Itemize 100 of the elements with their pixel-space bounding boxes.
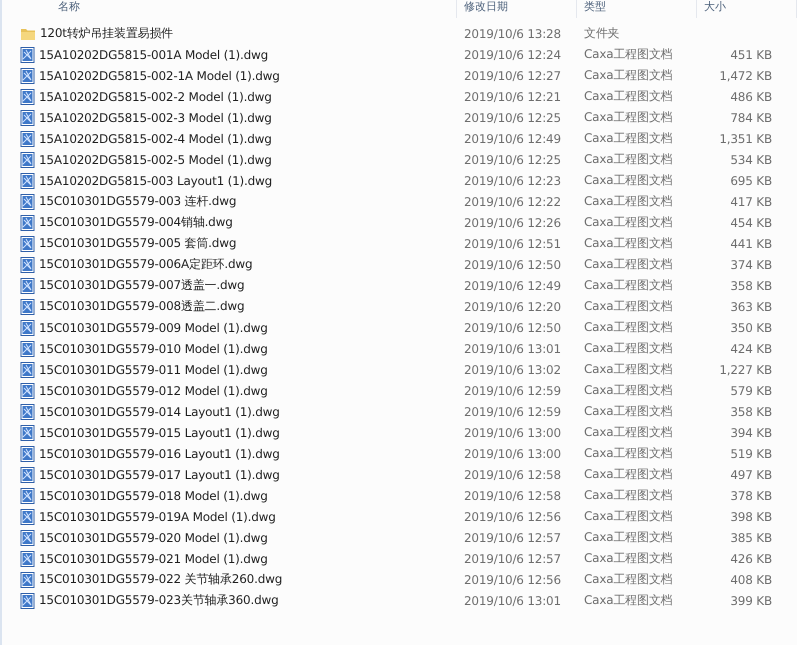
drawing-file-icon	[20, 298, 35, 314]
file-name[interactable]: 15A10202DG5815-002-4 Model (1).dwg	[39, 132, 272, 146]
modified-date: 2019/10/6 12:22	[463, 194, 561, 208]
modified-date: 2019/10/6 12:50	[463, 258, 561, 272]
file-type: Caxa工程图文档	[583, 172, 672, 189]
file-type: Caxa工程图文档	[583, 193, 672, 210]
file-size: 1,472 KB	[719, 68, 772, 82]
drawing-file-icon	[20, 572, 35, 588]
file-type: Caxa工程图文档	[583, 277, 672, 294]
file-name[interactable]: 15C010301DG5579-017 Layout1 (1).dwg	[39, 468, 280, 482]
modified-date: 2019/10/6 12:21	[463, 90, 561, 104]
file-type: Caxa工程图文档	[583, 319, 672, 336]
file-size: 358 KB	[730, 404, 772, 418]
file-type: Caxa工程图文档	[583, 571, 672, 588]
modified-date: 2019/10/6 12:23	[463, 174, 561, 188]
file-name[interactable]: 15C010301DG5579-005 套筒.dwg	[39, 235, 236, 252]
file-size: 519 KB	[730, 446, 772, 460]
drawing-file-icon	[20, 320, 35, 336]
file-name[interactable]: 15A10202DG5815-002-5 Model (1).dwg	[39, 152, 272, 166]
file-name[interactable]: 15C010301DG5579-016 Layout1 (1).dwg	[39, 446, 280, 460]
file-name[interactable]: 15C010301DG5579-023关节轴承360.dwg	[39, 592, 279, 609]
file-type: Caxa工程图文档	[583, 403, 672, 420]
drawing-file-icon	[20, 214, 35, 230]
file-type: Caxa工程图文档	[583, 550, 672, 567]
file-size: 399 KB	[730, 594, 772, 608]
file-name[interactable]: 15C010301DG5579-022 关节轴承260.dwg	[39, 571, 282, 588]
file-name[interactable]: 15C010301DG5579-011 Model (1).dwg	[39, 362, 268, 376]
modified-date: 2019/10/6 12:50	[463, 320, 561, 334]
drawing-file-icon	[20, 466, 35, 482]
file-size: 579 KB	[730, 384, 772, 398]
file-name[interactable]: 15C010301DG5579-021 Model (1).dwg	[39, 552, 268, 566]
file-name[interactable]: 15C010301DG5579-019A Model (1).dwg	[39, 510, 276, 524]
drawing-file-icon	[20, 362, 35, 378]
file-size: 1,351 KB	[719, 132, 772, 146]
file-size: 363 KB	[730, 300, 772, 314]
file-type: 文件夹	[583, 25, 620, 42]
file-size: 497 KB	[730, 468, 772, 482]
file-size: 784 KB	[730, 110, 772, 124]
modified-date: 2019/10/6 13:02	[463, 362, 561, 376]
file-name[interactable]: 15C010301DG5579-003 连杆.dwg	[39, 193, 236, 210]
file-type: Caxa工程图文档	[583, 235, 672, 252]
column-header[interactable]: 名称	[2, 0, 457, 18]
file-name[interactable]: 15C010301DG5579-020 Model (1).dwg	[39, 530, 268, 544]
drawing-file-icon	[20, 88, 35, 104]
file-name[interactable]: 15A10202DG5815-001A Model (1).dwg	[39, 48, 268, 62]
file-name[interactable]: 15C010301DG5579-007透盖一.dwg	[39, 277, 244, 294]
modified-date: 2019/10/6 13:28	[463, 26, 561, 40]
modified-date: 2019/10/6 12:51	[463, 236, 561, 250]
drawing-file-icon	[20, 550, 35, 566]
modified-date: 2019/10/6 12:20	[463, 300, 561, 314]
drawing-file-icon	[20, 278, 35, 294]
file-name[interactable]: 15A10202DG5815-002-2 Model (1).dwg	[39, 90, 272, 104]
folder-icon	[20, 26, 36, 40]
file-type: Caxa工程图文档	[583, 445, 672, 462]
column-header[interactable]: 修改日期	[457, 0, 577, 18]
file-name[interactable]: 120t转炉吊挂装置易损件	[40, 25, 174, 42]
file-name[interactable]: 15A10202DG5815-002-3 Model (1).dwg	[39, 110, 272, 124]
drawing-file-icon	[20, 172, 35, 188]
file-size: 378 KB	[730, 488, 772, 502]
file-size: 454 KB	[730, 216, 772, 230]
file-name[interactable]: 15C010301DG5579-012 Model (1).dwg	[39, 384, 268, 398]
file-size: 394 KB	[730, 426, 772, 440]
modified-date: 2019/10/6 12:57	[463, 552, 561, 566]
file-type: Caxa工程图文档	[583, 508, 672, 525]
file-type: Caxa工程图文档	[583, 130, 672, 147]
column-header[interactable]: 大小	[697, 0, 797, 18]
file-name[interactable]: 15C010301DG5579-010 Model (1).dwg	[39, 342, 268, 356]
modified-date: 2019/10/6 12:57	[463, 530, 561, 544]
file-name[interactable]: 15C010301DG5579-006A定距环.dwg	[39, 256, 252, 273]
modified-date: 2019/10/6 12:58	[463, 468, 561, 482]
modified-date: 2019/10/6 12:49	[463, 132, 561, 146]
modified-date: 2019/10/6 12:24	[463, 48, 561, 62]
file-type: Caxa工程图文档	[583, 424, 672, 441]
file-size: 350 KB	[730, 320, 772, 334]
column-header[interactable]: 类型	[577, 0, 697, 18]
file-name[interactable]: 15C010301DG5579-014 Layout1 (1).dwg	[39, 404, 280, 418]
modified-date: 2019/10/6 12:59	[463, 384, 561, 398]
file-name[interactable]: 15C010301DG5579-018 Model (1).dwg	[39, 488, 268, 502]
file-name[interactable]: 15C010301DG5579-008透盖二.dwg	[39, 298, 244, 315]
modified-date: 2019/10/6 12:26	[463, 216, 561, 230]
drawing-file-icon	[20, 404, 35, 420]
file-type: Caxa工程图文档	[583, 256, 672, 273]
drawing-file-icon	[20, 592, 35, 608]
file-name[interactable]: 15A10202DG5815-002-1A Model (1).dwg	[39, 68, 280, 82]
file-type: Caxa工程图文档	[583, 67, 672, 84]
file-size: 398 KB	[730, 510, 772, 524]
file-name[interactable]: 15C010301DG5579-009 Model (1).dwg	[39, 320, 268, 334]
file-size: 385 KB	[730, 530, 772, 544]
file-size: 426 KB	[730, 552, 772, 566]
drawing-file-icon	[20, 256, 35, 272]
file-size: 358 KB	[730, 278, 772, 292]
modified-date: 2019/10/6 12:25	[463, 110, 561, 124]
file-name[interactable]: 15A10202DG5815-003 Layout1 (1).dwg	[39, 174, 272, 188]
file-type: Caxa工程图文档	[583, 361, 672, 378]
file-name[interactable]: 15C010301DG5579-015 Layout1 (1).dwg	[39, 426, 280, 440]
file-name[interactable]: 15C010301DG5579-004销轴.dwg	[39, 214, 233, 231]
file-size: 441 KB	[730, 236, 772, 250]
file-size: 408 KB	[730, 572, 772, 586]
drawing-file-icon	[20, 446, 35, 462]
modified-date: 2019/10/6 12:56	[463, 510, 561, 524]
